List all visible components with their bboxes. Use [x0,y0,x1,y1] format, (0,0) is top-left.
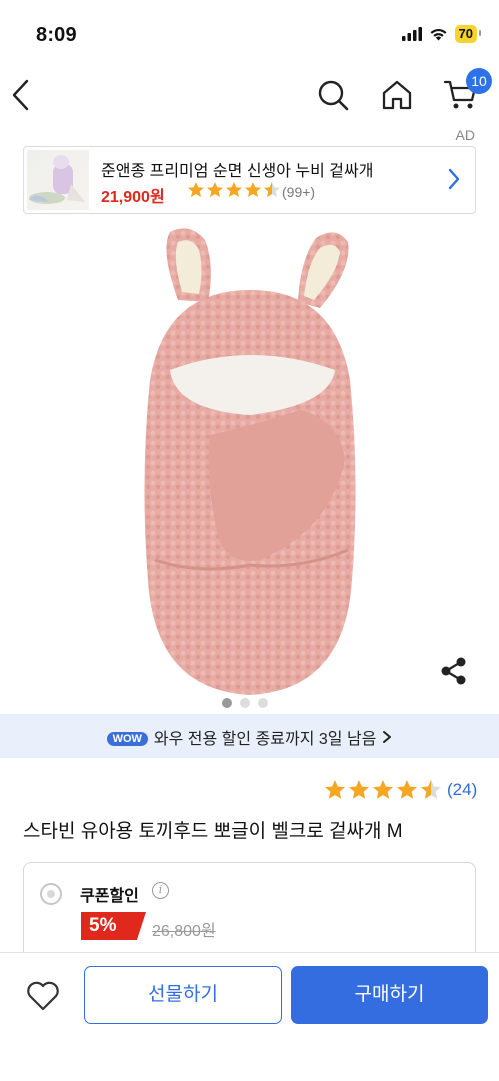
info-icon[interactable]: i [152,882,169,899]
wifi-icon [430,29,447,41]
battery-indicator: 70 [454,25,482,43]
image-pagination-dots [222,698,268,708]
wow-discount-banner[interactable]: WOW 와우 전용 할인 종료까지 3일 남음 [0,714,499,758]
coupon-radio[interactable] [40,883,62,905]
coupon-title: 쿠폰할인 [80,888,139,905]
wow-badge: WOW [106,732,148,746]
product-title: 스타빈 유아용 토끼후드 뽀글이 벨크로 겉싸개 M [23,821,403,842]
status-icons: 70 [401,25,482,43]
product-rating-stars[interactable] [324,779,442,801]
share-icon[interactable] [440,656,468,686]
heart-icon[interactable] [26,981,60,1011]
ad-thumbnail [27,150,89,210]
gift-button[interactable]: 선물하기 [84,966,282,1024]
ad-price: 21,900원 [101,189,165,206]
ad-banner[interactable]: 준앤종 프리미엄 순면 신생아 누비 겉싸개 21,900원 (99+) [23,146,476,214]
status-time: 8:09 [36,24,77,46]
back-icon[interactable] [10,78,34,112]
pagination-dot[interactable] [240,698,250,708]
pagination-dot[interactable] [222,698,232,708]
original-price: 26,800원 [152,923,216,940]
ad-rating-stars [188,182,280,197]
review-count-link[interactable]: (24) [447,780,477,800]
home-icon[interactable] [380,78,414,112]
search-icon[interactable] [316,78,350,112]
wow-banner-text: 와우 전용 할인 종료까지 3일 남음 [153,731,377,748]
discount-rate-badge: 5% [81,912,146,940]
chevron-right-icon [383,731,392,743]
buy-button[interactable]: 구매하기 [291,966,488,1024]
product-image[interactable] [0,220,499,710]
ad-title: 준앤종 프리미엄 순면 신생아 누비 겉싸개 [101,163,374,180]
pagination-dot[interactable] [258,698,268,708]
ad-review-count: (99+) [282,184,316,200]
chevron-right-icon [448,168,460,190]
ad-label: AD [455,127,475,143]
signal-icon [401,27,422,41]
cart-count-badge: 10 [466,68,492,94]
bottom-action-bar: 선물하기 구매하기 [0,952,499,1081]
